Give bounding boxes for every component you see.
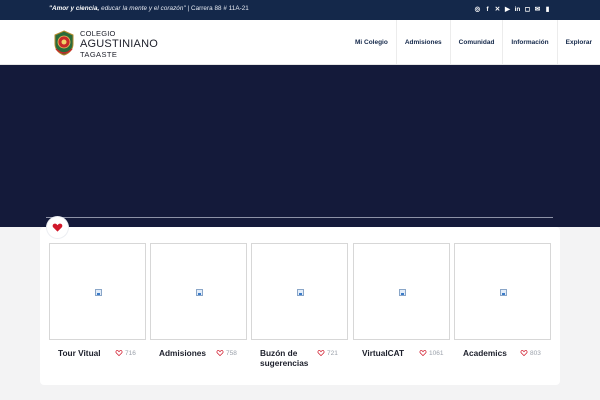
card-thumbnail[interactable] [353,243,450,340]
card-title[interactable]: Admisiones [159,348,221,359]
card-thumbnail[interactable] [49,243,146,340]
card-title[interactable]: VirtualCAT [362,348,424,359]
site-header: COLEGIO AGUSTINIANO TAGASTE Mi Colegio A… [0,20,600,65]
like-count: 758 [226,349,237,357]
like-count: 1061 [429,349,444,357]
social-links: ◎ f ✕ ▶ in ◻ ✉ ▮ [474,4,551,14]
whatsapp-icon[interactable]: ◎ [474,4,481,14]
nav-admisiones[interactable]: Admisiones [395,20,450,64]
tagline-motto-rest: educar la mente y el corazón" [99,5,186,12]
card-likes[interactable]: 721 [317,349,338,357]
heart-outline-icon [317,350,325,357]
broken-image-icon [399,289,406,296]
nav-label: Mi Colegio [354,38,388,46]
divider-line [46,217,553,218]
broken-image-icon [500,289,507,296]
youtube-icon[interactable]: ▶ [504,4,511,14]
nav-informacion[interactable]: Información [502,20,556,64]
top-bar: "Amor y ciencia, educar la mente y el co… [0,0,600,20]
nav-label: Explorar [565,38,592,46]
card-tour-virtual[interactable]: Tour Vitual 716 [49,243,146,358]
card-virtualcat[interactable]: VirtualCAT 1061 [353,243,450,358]
hero-banner [0,65,600,227]
card-title[interactable]: Buzón de sugerencias [260,348,322,369]
card-thumbnail[interactable] [251,243,348,340]
card-likes[interactable]: 716 [115,349,136,357]
heart-outline-icon [419,350,427,357]
main-nav: Mi Colegio Admisiones Comunidad Informac… [347,20,600,64]
broken-image-icon [196,289,203,296]
heart-icon [52,223,63,232]
mail-icon[interactable]: ✉ [534,4,541,14]
instagram-icon[interactable]: ◻ [524,4,531,14]
card-likes[interactable]: 803 [520,349,541,357]
heart-outline-icon [216,350,224,357]
nav-explorar[interactable]: Explorar [556,20,600,64]
broken-image-icon [297,289,304,296]
document-icon[interactable]: ▮ [544,4,551,14]
card-thumbnail[interactable] [150,243,247,340]
logo-line-1: COLEGIO [80,29,116,38]
like-count: 721 [327,349,338,357]
card-admisiones[interactable]: Admisiones 758 [150,243,247,358]
card-likes[interactable]: 758 [216,349,237,357]
card-academics[interactable]: Academics 803 [454,243,551,358]
nav-label: Comunidad [458,38,495,46]
logo-line-3: TAGASTE [80,49,118,59]
tagline-address: | Carrera 88 # 11A-21 [185,5,249,12]
x-icon[interactable]: ✕ [494,4,501,14]
school-crest-logo[interactable] [53,30,75,56]
nav-mi-colegio[interactable]: Mi Colegio [347,20,396,64]
nav-label: Información [511,38,549,46]
heart-outline-icon [115,350,123,357]
nav-comunidad[interactable]: Comunidad [449,20,503,64]
tagline-motto: "Amor y ciencia, [49,5,100,12]
card-title[interactable]: Tour Vitual [58,348,120,359]
logo-line-2: AGUSTINIANO [80,37,158,50]
school-name[interactable]: COLEGIO AGUSTINIANO TAGASTE [80,30,158,58]
nav-label: Admisiones [404,38,442,46]
facebook-icon[interactable]: f [484,4,491,14]
like-count: 716 [125,349,136,357]
heart-outline-icon [520,350,528,357]
favorites-badge [47,217,68,238]
like-count: 803 [530,349,541,357]
linkedin-icon[interactable]: in [514,4,521,14]
card-title[interactable]: Academics [463,348,525,359]
card-thumbnail[interactable] [454,243,551,340]
card-likes[interactable]: 1061 [419,349,443,357]
card-buzon-de-sugerencias[interactable]: Buzón de sugerencias 721 [251,243,348,368]
broken-image-icon [95,289,102,296]
tagline: "Amor y ciencia, educar la mente y el co… [49,5,249,12]
